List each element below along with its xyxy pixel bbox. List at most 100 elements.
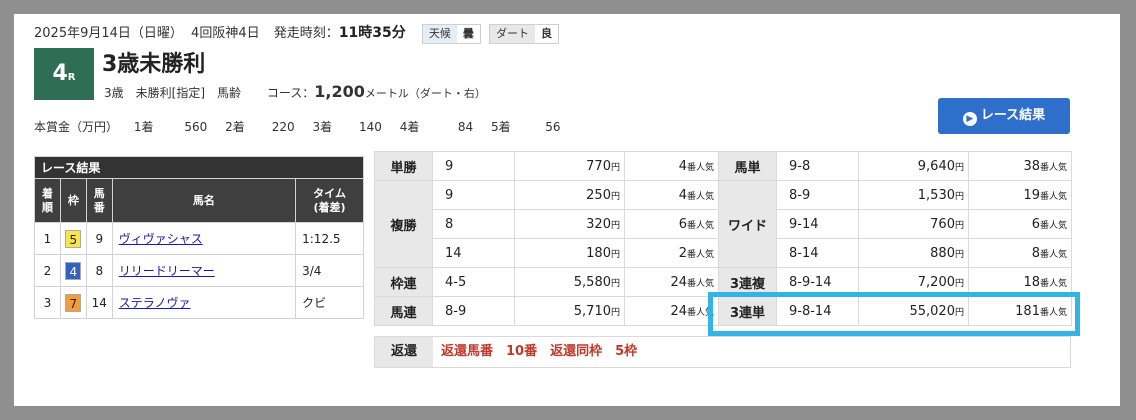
payout-cell: 180円 (514, 238, 625, 268)
yen-unit: 円 (954, 162, 964, 173)
race-number-suffix: R (67, 72, 76, 83)
combination: 14 (432, 238, 515, 268)
prize-amount: 84 (457, 120, 474, 134)
horse-number: 14 (85, 286, 113, 319)
popularity: 6 (1031, 216, 1040, 232)
table-row: 1 5 9 ヴィヴァシャス 1:12.5 (34, 222, 364, 255)
yen-unit: 円 (610, 307, 620, 318)
results-table: レース結果 着順 枠 馬番 馬名 タイム (着差) 1 5 9 ヴィヴァシャス 1… (34, 156, 364, 319)
combination: 4-5 (432, 267, 515, 297)
prize-amount: 140 (359, 120, 382, 134)
prize-amount: 560 (184, 120, 208, 134)
race-meta: 2025年9月14日（日曜） 4回阪神4日 発走時刻：11時35分 天候曇 ダー… (34, 22, 559, 44)
combination: 9 (432, 151, 515, 181)
yen-unit: 円 (954, 191, 964, 202)
finish-time: 1:12.5 (295, 222, 364, 255)
prize-place: 5着 (491, 120, 511, 134)
track-tag: ダート良 (489, 23, 559, 44)
col-time: タイム (着差) (295, 178, 364, 223)
yen-unit: 円 (954, 249, 964, 260)
combination: 8-9 (776, 180, 859, 210)
popularity: 38 (1023, 158, 1040, 174)
payout-amount: 9,640 (917, 158, 955, 174)
horse-name-link[interactable]: ステラノヴァ (119, 296, 191, 310)
payout-cell: 1,530円 (858, 180, 969, 210)
popularity-cell: 4番人気 (624, 151, 719, 181)
table-row: 3 7 14 ステラノヴァ クビ (34, 286, 364, 319)
combination: 9-8 (776, 151, 859, 181)
bet-type-label: ワイド (718, 180, 777, 268)
payout-cell: 5,580円 (514, 267, 625, 297)
payout-amount: 320 (586, 216, 611, 232)
frame-badge: 4 (65, 261, 82, 280)
popularity: 2 (678, 245, 687, 261)
popularity: 8 (1031, 245, 1040, 261)
race-date: 2025年9月14日（日曜） (34, 26, 183, 41)
weather-label: 天候 (422, 24, 457, 43)
popularity-unit: 番人気 (686, 278, 714, 289)
payout-amount: 180 (586, 245, 611, 261)
popularity-unit: 番人気 (1039, 249, 1067, 260)
horse-name-cell: リリードリーマー (111, 254, 297, 287)
frame-cell: 5 (59, 222, 87, 255)
popularity-unit: 番人気 (686, 191, 714, 202)
popularity-cell: 6番人気 (968, 209, 1072, 239)
finish-margin: クビ (295, 286, 364, 319)
popularity: 24 (670, 303, 687, 319)
bet-type-label: 複勝 (374, 180, 433, 268)
horse-name-link[interactable]: リリードリーマー (119, 264, 215, 278)
popularity: 24 (670, 274, 687, 290)
col-rank: 着順 (34, 178, 61, 223)
payout-cell: 880円 (858, 238, 969, 268)
horse-name-link[interactable]: ヴィヴァシャス (119, 232, 203, 246)
race-meeting: 4回阪神4日 (191, 26, 260, 41)
combination: 8-14 (776, 238, 859, 268)
popularity: 6 (678, 216, 687, 232)
frame-badge: 7 (65, 293, 82, 312)
rank: 3 (34, 286, 61, 319)
payout-amount: 5,580 (573, 274, 611, 290)
prize-place: 1着 (133, 120, 154, 134)
race-conditions: 3歳 未勝利[指定] 馬齢 (104, 86, 241, 100)
payout-cell: 770円 (514, 151, 625, 181)
race-results-button[interactable]: ▶ レース結果 (938, 98, 1070, 134)
horse-name-cell: ヴィヴァシャス (111, 222, 297, 255)
col-frame: 枠 (59, 178, 87, 223)
popularity-cell: 8番人気 (968, 238, 1072, 268)
popularity-cell: 19番人気 (968, 180, 1072, 210)
popularity: 19 (1023, 187, 1040, 203)
col-horse-name: 馬名 (111, 178, 297, 223)
table-row: 複勝 9 250円 4番人気 ワイド 8-9 1,530円 19番人気 (374, 180, 1072, 268)
prize-amount: 56 (545, 120, 561, 134)
table-row: 2 4 8 リリードリーマー 3/4 (34, 254, 364, 287)
popularity: 4 (678, 187, 687, 203)
race-number: 4 (52, 61, 68, 86)
popularity-unit: 番人気 (686, 162, 714, 173)
race-results-button-label: レース結果 (980, 108, 1046, 123)
weather-value: 曇 (456, 24, 480, 43)
combination: 9-14 (776, 209, 859, 239)
prize-label: 本賞金（万円） (34, 120, 119, 134)
yen-unit: 円 (610, 249, 620, 260)
horse-number: 9 (85, 222, 113, 255)
payout-cell: 250円 (514, 180, 625, 210)
prize-place: 2着 (225, 120, 245, 134)
yen-unit: 円 (610, 162, 620, 173)
bet-type-label: 馬単 (718, 151, 777, 181)
rank: 2 (34, 254, 61, 287)
refund-label: 返還 (375, 337, 433, 367)
yen-unit: 円 (610, 191, 620, 202)
yen-unit: 円 (610, 278, 620, 289)
combination: 9 (432, 180, 515, 210)
payout-amount: 760 (930, 216, 955, 232)
horse-number: 8 (85, 254, 113, 287)
bet-type-label: 馬連 (374, 296, 433, 326)
prize-place: 3着 (312, 120, 333, 134)
yen-unit: 円 (954, 220, 964, 231)
bet-type-label: 枠連 (374, 267, 433, 297)
weather-tag: 天候曇 (421, 23, 481, 44)
frame-cell: 7 (59, 286, 87, 319)
popularity: 4 (678, 158, 687, 174)
results-caption: レース結果 (34, 156, 364, 179)
bet-type-label: 単勝 (374, 151, 433, 181)
